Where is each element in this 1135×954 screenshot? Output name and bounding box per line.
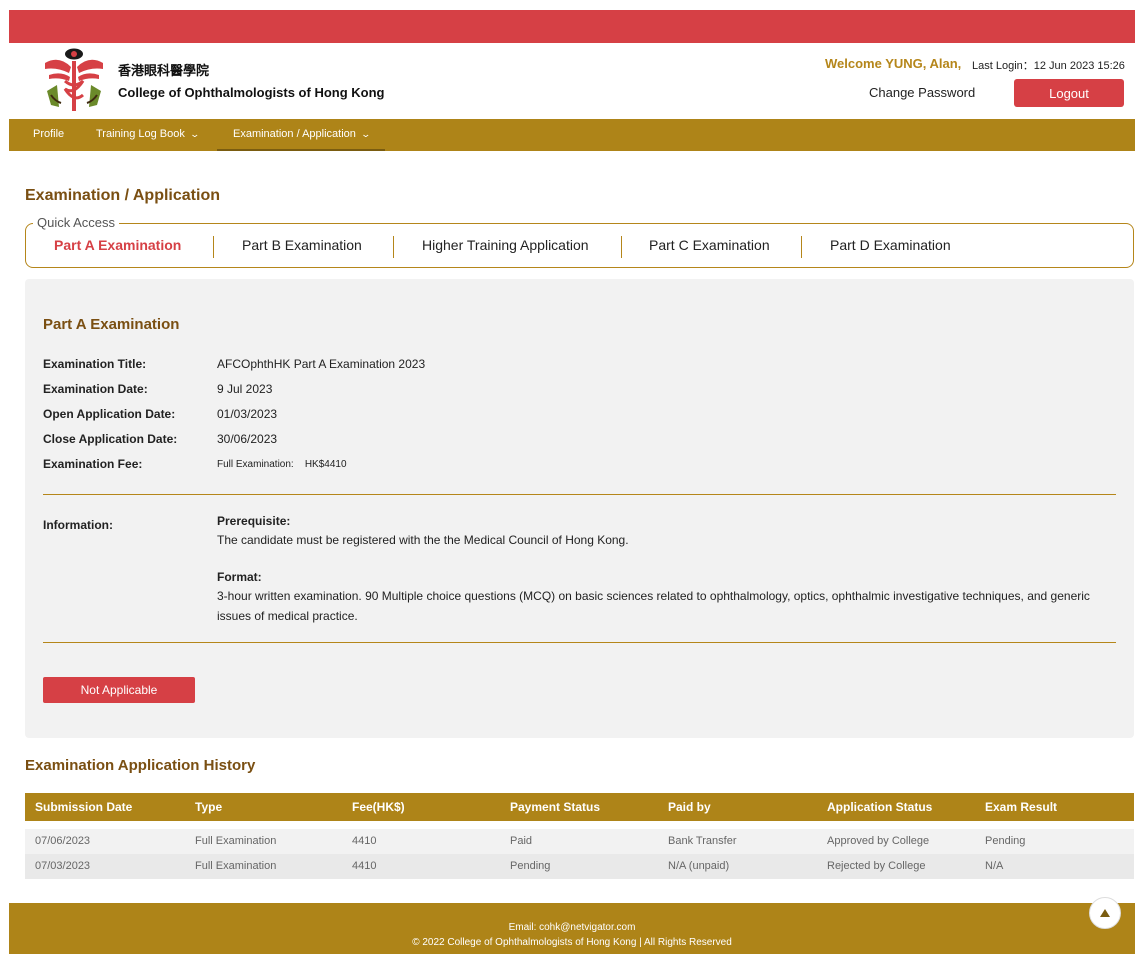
tab-higher-training-application[interactable]: Higher Training Application — [422, 237, 589, 253]
brand-name-english: College of Ophthalmologists of Hong Kong — [118, 85, 385, 100]
logout-button[interactable]: Logout — [1014, 79, 1124, 107]
tab-part-d-examination[interactable]: Part D Examination — [830, 237, 951, 253]
table-cell: 4410 — [352, 835, 377, 847]
field-value: 9 Jul 2023 — [217, 382, 273, 396]
information-label: Information: — [43, 518, 113, 532]
exam-heading: Part A Examination — [43, 316, 180, 333]
table-cell: Rejected by College — [827, 860, 926, 872]
column-header: Type — [195, 800, 223, 814]
column-header: Submission Date — [35, 800, 133, 814]
last-login: Last Login：12 Jun 2023 15:26 — [972, 60, 1125, 72]
table-row: 07/06/2023 Full Examination 4410 Paid Ba… — [25, 829, 1134, 854]
prerequisite-text: The candidate must be registered with th… — [217, 533, 629, 547]
field-value: 30/06/2023 — [217, 432, 278, 446]
field-value: 01/03/2023 — [217, 407, 278, 421]
welcome-message: Welcome YUNG, Alan, — [825, 56, 962, 71]
field-label: Close Application Date: — [43, 432, 178, 446]
table-cell: Pending — [510, 860, 551, 872]
table-cell: Paid — [510, 835, 533, 847]
not-applicable-button[interactable]: Not Applicable — [43, 677, 195, 703]
nav-item-profile[interactable]: Profile — [33, 119, 64, 151]
field-label: Examination Title: — [43, 357, 147, 371]
top-accent-bar — [9, 10, 1135, 43]
back-to-top-button[interactable] — [1089, 897, 1121, 929]
history-table: Submission Date Type Fee(HK$) Payment St… — [25, 793, 1134, 879]
prerequisite-heading: Prerequisite: — [217, 514, 291, 528]
footer-email[interactable]: Email: cohk@netvigator.com — [9, 922, 1135, 933]
divider — [43, 494, 1116, 495]
main-nav: Profile Training Log Book ⌄ Examination /… — [9, 119, 1135, 151]
history-title: Examination Application History — [25, 757, 256, 774]
table-cell: Pending — [985, 835, 1026, 847]
table-header: Submission Date Type Fee(HK$) Payment St… — [25, 793, 1134, 821]
table-cell: 07/03/2023 — [35, 860, 91, 872]
site-header: 香港眼科醫學院 College of Ophthalmologists of H… — [9, 43, 1135, 119]
nav-item-training-log-book[interactable]: Training Log Book ⌄ — [96, 119, 200, 151]
table-row: 07/03/2023 Full Examination 4410 Pending… — [25, 854, 1134, 879]
format-text: 3-hour written examination. 90 Multiple … — [217, 589, 1090, 623]
tab-divider — [621, 236, 622, 258]
table-cell: Approved by College — [827, 835, 930, 847]
footer-copyright: © 2022 College of Ophthalmologists of Ho… — [412, 937, 732, 948]
column-header: Paid by — [668, 800, 711, 814]
nav-item-label: Examination / Application — [233, 128, 356, 140]
nav-item-label: Profile — [33, 128, 65, 140]
table-cell: 07/06/2023 — [35, 835, 91, 847]
tab-divider — [213, 236, 214, 258]
divider — [43, 642, 1116, 643]
table-cell: N/A — [985, 860, 1004, 872]
field-label: Examination Fee: — [43, 457, 143, 471]
brand-name-chinese: 香港眼科醫學院 — [118, 63, 210, 78]
exam-detail-panel — [25, 279, 1134, 738]
field-value: Full Examination: HK$4410 — [217, 459, 347, 470]
table-cell: Full Examination — [195, 860, 277, 872]
tab-part-c-examination[interactable]: Part C Examination — [649, 237, 770, 253]
field-label: Examination Date: — [43, 382, 148, 396]
field-label: Open Application Date: — [43, 407, 176, 421]
tab-divider — [393, 236, 394, 258]
table-cell: Full Examination — [195, 835, 277, 847]
arrow-up-icon — [1100, 909, 1110, 917]
quick-access-legend: Quick Access — [33, 215, 120, 230]
column-header: Exam Result — [985, 800, 1058, 814]
tab-divider — [801, 236, 802, 258]
chevron-down-icon: ⌄ — [360, 129, 371, 139]
change-password-link[interactable]: Change Password — [869, 85, 975, 100]
nav-item-examination-application[interactable]: Examination / Application ⌄ — [217, 119, 386, 151]
table-cell: Bank Transfer — [668, 835, 737, 847]
nav-item-label: Training Log Book — [96, 128, 185, 140]
site-footer: Email: cohk@netvigator.com © 2022 Colleg… — [9, 903, 1135, 954]
table-cell: N/A (unpaid) — [668, 860, 730, 872]
chevron-down-icon: ⌄ — [189, 129, 200, 139]
table-cell: 4410 — [352, 860, 377, 872]
column-header: Payment Status — [510, 800, 601, 814]
field-value: AFCOphthHK Part A Examination 2023 — [217, 357, 426, 371]
column-header: Fee(HK$) — [352, 800, 405, 814]
tab-part-a-examination[interactable]: Part A Examination — [54, 237, 181, 253]
college-crest-icon[interactable] — [41, 45, 107, 115]
page-title: Examination / Application — [25, 187, 220, 204]
column-header: Application Status — [827, 800, 933, 814]
format-heading: Format: — [217, 570, 262, 584]
tab-part-b-examination[interactable]: Part B Examination — [242, 237, 362, 253]
